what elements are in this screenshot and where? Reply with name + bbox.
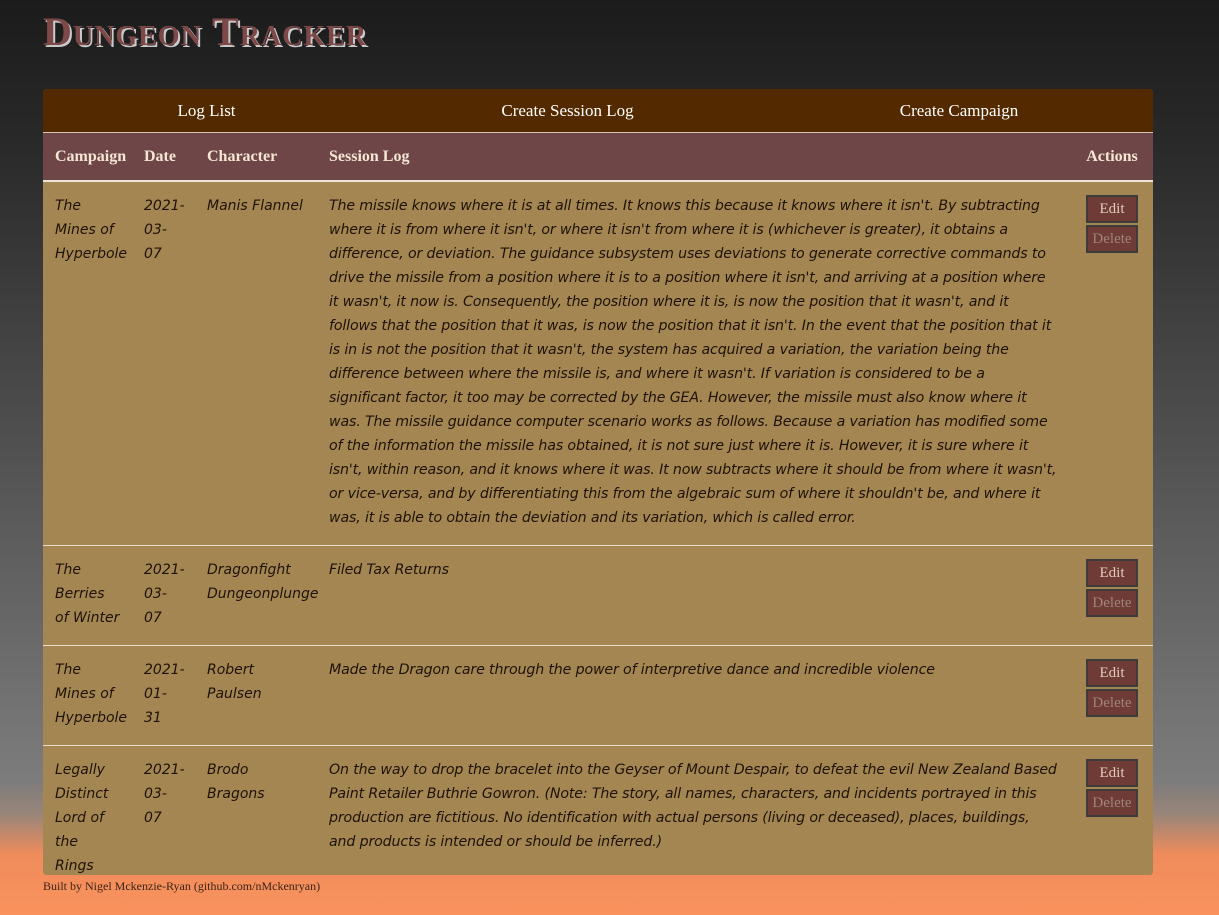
cell-campaign: Legally Distinct Lord of the Rings	[55, 762, 109, 874]
cell-character: Manis Flannel	[207, 198, 303, 214]
delete-button[interactable]: Delete	[1086, 225, 1138, 253]
delete-button[interactable]: Delete	[1086, 789, 1138, 817]
session-log-table: Campaign Date Character Session Log Acti…	[43, 133, 1153, 875]
header-session-log: Session Log	[317, 133, 1071, 182]
delete-button[interactable]: Delete	[1086, 689, 1138, 717]
table-row: The Mines of Hyperbole 2021-03-07 Manis …	[43, 181, 1153, 546]
header-character: Character	[195, 133, 317, 182]
edit-button[interactable]: Edit	[1086, 659, 1138, 687]
nav-create-session-log[interactable]: Create Session Log	[370, 89, 765, 132]
cell-character: Dragonfight Dungeonplunge	[207, 562, 319, 602]
main-panel: Log List Create Session Log Create Campa…	[43, 89, 1153, 875]
app-title: Dungeon Tracker	[43, 9, 368, 54]
cell-character: Brodo Bragons	[207, 762, 265, 802]
cell-session-log: Filed Tax Returns	[329, 562, 449, 578]
table-row: Legally Distinct Lord of the Rings 2021-…	[43, 745, 1153, 876]
header-campaign: Campaign	[43, 133, 132, 182]
nav-bar: Log List Create Session Log Create Campa…	[43, 89, 1153, 133]
delete-button[interactable]: Delete	[1086, 589, 1138, 617]
cell-actions: Edit Delete	[1071, 546, 1153, 646]
cell-campaign: The Berries of Winter	[55, 562, 120, 626]
table-header-row: Campaign Date Character Session Log Acti…	[43, 133, 1153, 182]
header-actions: Actions	[1071, 133, 1153, 182]
edit-button[interactable]: Edit	[1086, 759, 1138, 787]
cell-campaign: The Mines of Hyperbole	[55, 662, 128, 726]
table-row: The Mines of Hyperbole 2021-01-31 Robert…	[43, 645, 1153, 746]
footer-credit: Built by Nigel Mckenzie-Ryan (github.com…	[43, 879, 321, 893]
cell-session-log: Made the Dragon care through the power o…	[329, 662, 935, 678]
cell-actions: Edit Delete	[1071, 181, 1153, 546]
cell-session-log: The missile knows where it is at all tim…	[329, 198, 1057, 526]
cell-character: Robert Paulsen	[207, 662, 262, 702]
nav-create-campaign[interactable]: Create Campaign	[765, 89, 1153, 132]
cell-actions: Edit Delete	[1071, 746, 1153, 876]
cell-date: 2021-03-07	[144, 762, 185, 826]
cell-date: 2021-03-07	[144, 562, 185, 626]
cell-actions: Edit Delete	[1071, 646, 1153, 746]
edit-button[interactable]: Edit	[1086, 195, 1138, 223]
cell-campaign: The Mines of Hyperbole	[55, 198, 128, 262]
cell-date: 2021-01-31	[144, 662, 185, 726]
header-date: Date	[132, 133, 195, 182]
cell-session-log: On the way to drop the bracelet into the…	[329, 762, 1057, 850]
edit-button[interactable]: Edit	[1086, 559, 1138, 587]
nav-log-list[interactable]: Log List	[43, 89, 370, 132]
table-row: The Berries of Winter 2021-03-07 Dragonf…	[43, 545, 1153, 646]
cell-date: 2021-03-07	[144, 198, 185, 262]
